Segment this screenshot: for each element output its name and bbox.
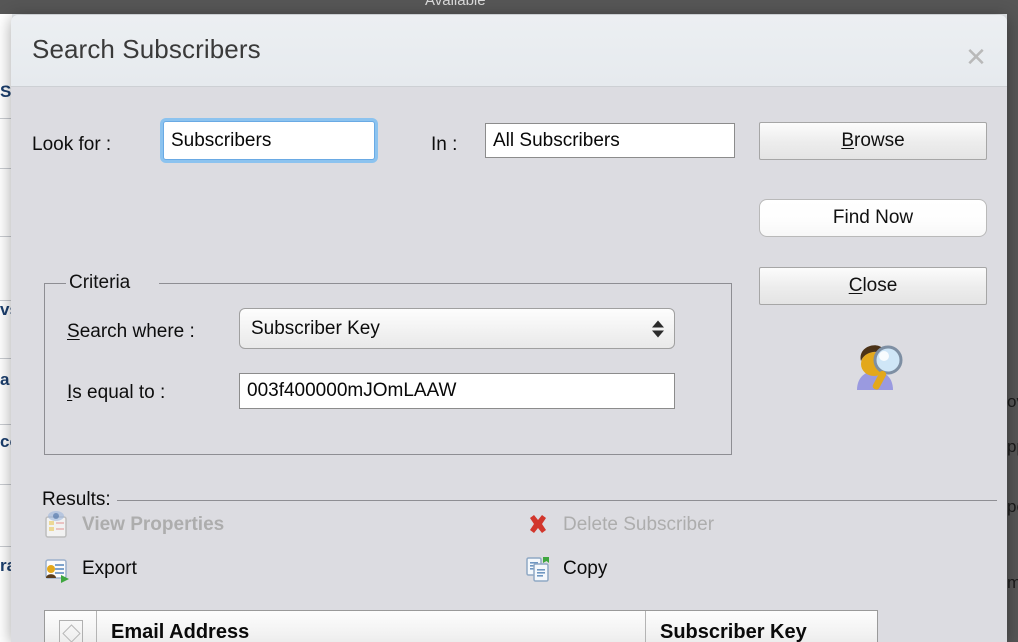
browse-button-label: Browse xyxy=(841,130,905,151)
column-header-email-address[interactable]: Email Address xyxy=(97,611,646,642)
is-equal-to-label: Is equal to : xyxy=(67,382,166,403)
diamond-sort-icon xyxy=(58,620,83,642)
results-table: Email Address Subscriber Key xyxy=(44,610,878,642)
find-now-button[interactable]: Find Now xyxy=(759,199,987,237)
search-person-icon xyxy=(843,330,907,394)
column-header-subscriber-key[interactable]: Subscriber Key xyxy=(646,611,877,642)
delete-subscriber-label: Delete Subscriber xyxy=(563,514,715,535)
background-text-fragment: m xyxy=(1007,573,1018,592)
find-now-button-label: Find Now xyxy=(832,207,914,228)
chevron-down-icon xyxy=(652,330,664,337)
view-properties-action[interactable]: View Properties xyxy=(42,510,224,540)
delete-x-icon xyxy=(523,510,553,540)
dialog-title: Search Subscribers xyxy=(32,34,261,64)
background-text-fragment: ov xyxy=(1007,392,1018,411)
background-right-column xyxy=(1007,14,1018,642)
close-button[interactable]: Close xyxy=(759,267,987,305)
results-label: Results: xyxy=(42,489,111,510)
in-input[interactable]: All Subscribers xyxy=(485,123,735,158)
close-button-label: Close xyxy=(848,275,898,296)
background-text-fragment: pp xyxy=(1007,437,1018,456)
look-for-input[interactable]: Subscribers xyxy=(163,121,375,160)
dialog-titlebar: Search Subscribers ✕ xyxy=(11,15,1007,87)
copy-action[interactable]: Copy xyxy=(523,554,607,584)
copy-icon xyxy=(523,554,553,584)
search-where-label: Search where : xyxy=(67,321,195,342)
delete-subscriber-action[interactable]: Delete Subscriber xyxy=(523,510,714,540)
export-label: Export xyxy=(82,558,137,579)
browse-button[interactable]: Browse xyxy=(759,122,987,160)
table-header-row: Email Address Subscriber Key xyxy=(45,611,877,642)
sort-column-header[interactable] xyxy=(45,611,97,642)
results-divider xyxy=(117,500,997,501)
background-text-fragment: pe xyxy=(1007,497,1018,516)
search-where-value: Subscriber Key xyxy=(251,317,380,339)
dialog-body: Look for : Subscribers In : All Subscrib… xyxy=(11,87,1007,642)
search-where-select[interactable]: Subscriber Key xyxy=(239,308,675,349)
properties-icon xyxy=(42,510,72,540)
background-toolbar-label: Available xyxy=(425,0,486,9)
is-equal-to-input[interactable]: 003f400000mJOmLAAW xyxy=(239,373,675,409)
view-properties-label: View Properties xyxy=(82,514,225,535)
search-subscribers-dialog: Search Subscribers ✕ Look for : Subscrib… xyxy=(11,15,1007,642)
stepper-icon[interactable] xyxy=(652,320,664,337)
background-toolbar: Available xyxy=(0,0,1018,14)
export-action[interactable]: Export xyxy=(42,554,137,584)
copy-label: Copy xyxy=(563,558,608,579)
chevron-up-icon xyxy=(652,320,664,327)
look-for-label: Look for : xyxy=(32,134,112,155)
close-icon[interactable]: ✕ xyxy=(962,43,990,71)
screen: S vs a co ra ov pp pe m Available Search… xyxy=(0,0,1018,642)
in-label: In : xyxy=(431,134,458,155)
export-icon xyxy=(42,554,72,584)
